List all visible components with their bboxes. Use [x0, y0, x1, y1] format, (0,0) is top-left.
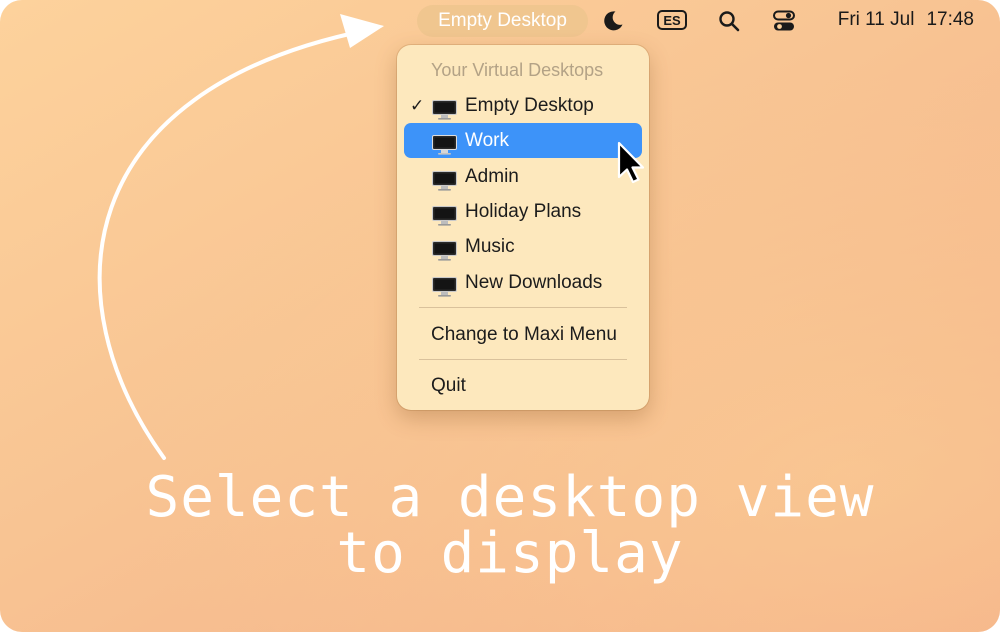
control-center-icon[interactable] [772, 9, 796, 38]
checkmark-icon: ✓ [410, 96, 425, 115]
desktop-background: Empty Desktop ES Fri 11 Jul 17:48 Your V… [0, 0, 1000, 632]
search-icon[interactable] [717, 9, 741, 38]
menubar-clock[interactable]: Fri 11 Jul 17:48 [838, 9, 974, 31]
menu-bar: Empty Desktop ES Fri 11 Jul 17:48 [0, 0, 1000, 42]
annotation-caption: Select a desktop view to display [140, 470, 880, 582]
menu-item-empty-desktop[interactable]: ✓ Empty Desktop [404, 88, 642, 123]
menu-item-label: Music [465, 236, 515, 257]
menu-item-label: Holiday Plans [465, 201, 582, 222]
menubar-app-button[interactable]: Empty Desktop [417, 5, 588, 37]
menu-separator [419, 307, 627, 308]
mouse-pointer-icon [617, 141, 647, 190]
menu-separator [419, 359, 627, 360]
menu-item-label: Admin [465, 166, 519, 187]
caption-line-1: Select a desktop view [145, 465, 875, 530]
menu-item-label: Empty Desktop [465, 95, 594, 116]
moon-icon[interactable] [601, 9, 625, 38]
menu-item-holiday-plans[interactable]: Holiday Plans [404, 194, 642, 229]
change-to-maxi-menu-item[interactable]: Change to Maxi Menu [431, 317, 617, 352]
virtual-desktops-menu: Your Virtual Desktops ✓ Empty Desktop Wo… [397, 45, 649, 410]
menu-item-label: New Downloads [465, 272, 603, 293]
menubar-time: 17:48 [926, 9, 974, 30]
menubar-date: Fri 11 Jul [837, 9, 915, 30]
menu-item-work[interactable]: Work [404, 123, 642, 158]
quit-menu-item[interactable]: Quit [431, 368, 466, 403]
input-source-icon[interactable]: ES [657, 10, 687, 30]
menu-item-music[interactable]: Music [404, 229, 642, 264]
menu-item-admin[interactable]: Admin [404, 159, 642, 194]
menu-item-new-downloads[interactable]: New Downloads [404, 265, 642, 300]
menu-item-label: Work [465, 130, 509, 151]
menu-header: Your Virtual Desktops [431, 60, 604, 80]
monitor-icon [432, 274, 457, 309]
caption-line-2: to display [336, 521, 684, 586]
